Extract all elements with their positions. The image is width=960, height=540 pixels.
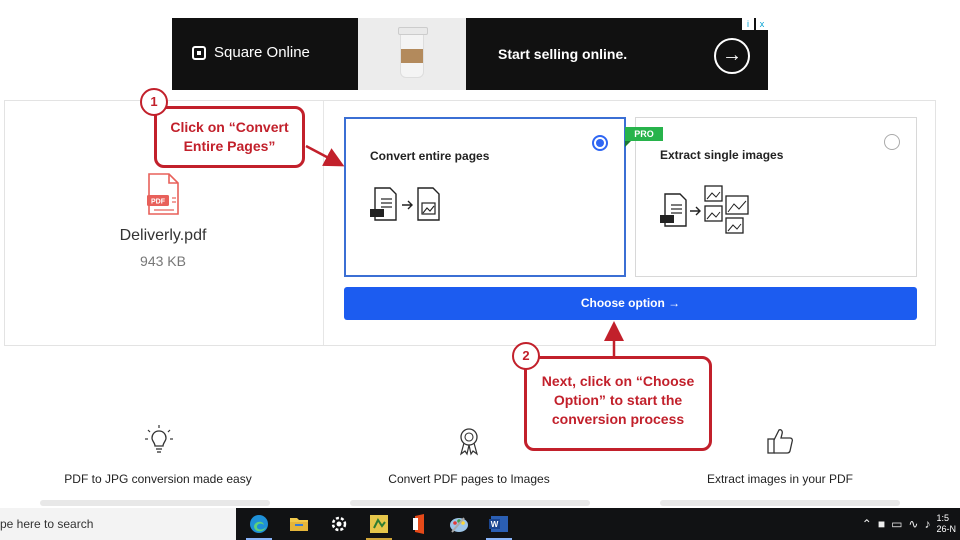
step-2-badge: 2 [512, 342, 540, 370]
ad-brand: Square Online [192, 44, 310, 61]
callout-step-1: Click on “Convert Entire Pages” [154, 106, 305, 168]
svg-text:W: W [491, 520, 499, 529]
ad-banner[interactable]: Square Online Start selling online. → i … [172, 18, 768, 90]
callout-line: conversion process [551, 411, 685, 427]
extract-images-icon [660, 185, 749, 234]
step-1-badge: 1 [140, 88, 168, 116]
divider [323, 101, 324, 345]
feature-description-faded [350, 500, 590, 506]
edge-icon[interactable] [246, 512, 272, 536]
pdf-to-image-icon [370, 187, 440, 221]
radio-selected[interactable] [592, 135, 608, 151]
award-ribbon-icon [459, 428, 479, 456]
office-icon[interactable] [406, 512, 432, 536]
lightbulb-icon [145, 425, 173, 453]
conversion-card: PDF Deliverly.pdf 943 KB Convert entire … [4, 100, 936, 346]
clock-date: 26-N [936, 524, 956, 534]
radio-unselected[interactable] [884, 134, 900, 150]
file-size: 943 KB [140, 253, 186, 269]
callout-line: Entire Pages” [183, 138, 276, 154]
chevron-up-icon[interactable]: ⌃ [862, 517, 872, 531]
file-name: Deliverly.pdf [119, 227, 207, 244]
ad-close-icon[interactable]: x [756, 18, 768, 30]
clock[interactable]: 1:5 26-N [936, 513, 956, 535]
settings-icon[interactable] [326, 512, 352, 536]
coffee-cup-icon [398, 27, 428, 78]
wifi-icon[interactable]: ∿ [908, 517, 918, 531]
word-icon[interactable]: W [486, 512, 512, 536]
option-extract-single-images[interactable]: Extract single images [635, 117, 917, 277]
ad-arrow-button[interactable]: → [714, 38, 750, 74]
pro-badge: PRO [625, 127, 663, 147]
thumbs-up-icon [767, 429, 794, 454]
pdf-file-icon: PDF [147, 173, 179, 215]
feature-title: PDF to JPG conversion made easy [64, 472, 252, 486]
clock-time: 1:5 [936, 513, 949, 523]
paint-icon[interactable] [446, 512, 472, 536]
security-icon[interactable]: ■ [878, 517, 885, 531]
feature-title: Convert PDF pages to Images [388, 472, 550, 486]
battery-icon[interactable]: ▭ [891, 517, 902, 531]
feature-description-faded [660, 500, 900, 506]
search-placeholder: pe here to search [0, 517, 94, 531]
feature-title: Extract images in your PDF [706, 472, 854, 486]
callout-line: Option” to start the [553, 392, 683, 408]
option-convert-entire-pages[interactable]: Convert entire pages [344, 117, 626, 277]
file-explorer-icon[interactable] [286, 512, 312, 536]
ad-info-icon[interactable]: i [742, 18, 754, 30]
ad-brand-label: Square Online [214, 44, 310, 61]
system-tray: ⌃ ■ ▭ ∿ ♪ 1:5 26-N [862, 508, 960, 540]
choose-option-button[interactable]: Choose option → [344, 287, 917, 320]
powerpoint-icon[interactable] [366, 512, 392, 536]
feature-description-faded [40, 500, 270, 506]
ad-headline: Start selling online. [498, 46, 628, 62]
ad-product-image [358, 18, 466, 90]
callout-line: Next, click on “Choose [541, 373, 695, 389]
taskbar-search-box[interactable]: pe here to search [0, 508, 236, 540]
taskbar: pe here to search W ⌃ ■ ▭ ∿ ♪ 1:5 26-N [0, 508, 960, 540]
option-title: Extract single images [660, 148, 784, 162]
option-title: Convert entire pages [370, 149, 490, 163]
callout-line: Click on “Convert [170, 119, 289, 135]
volume-icon[interactable]: ♪ [924, 517, 930, 531]
callout-step-2: Next, click on “Choose Option” to start … [524, 356, 712, 451]
pdf-badge-label: PDF [151, 199, 166, 206]
square-logo-icon [192, 45, 206, 60]
